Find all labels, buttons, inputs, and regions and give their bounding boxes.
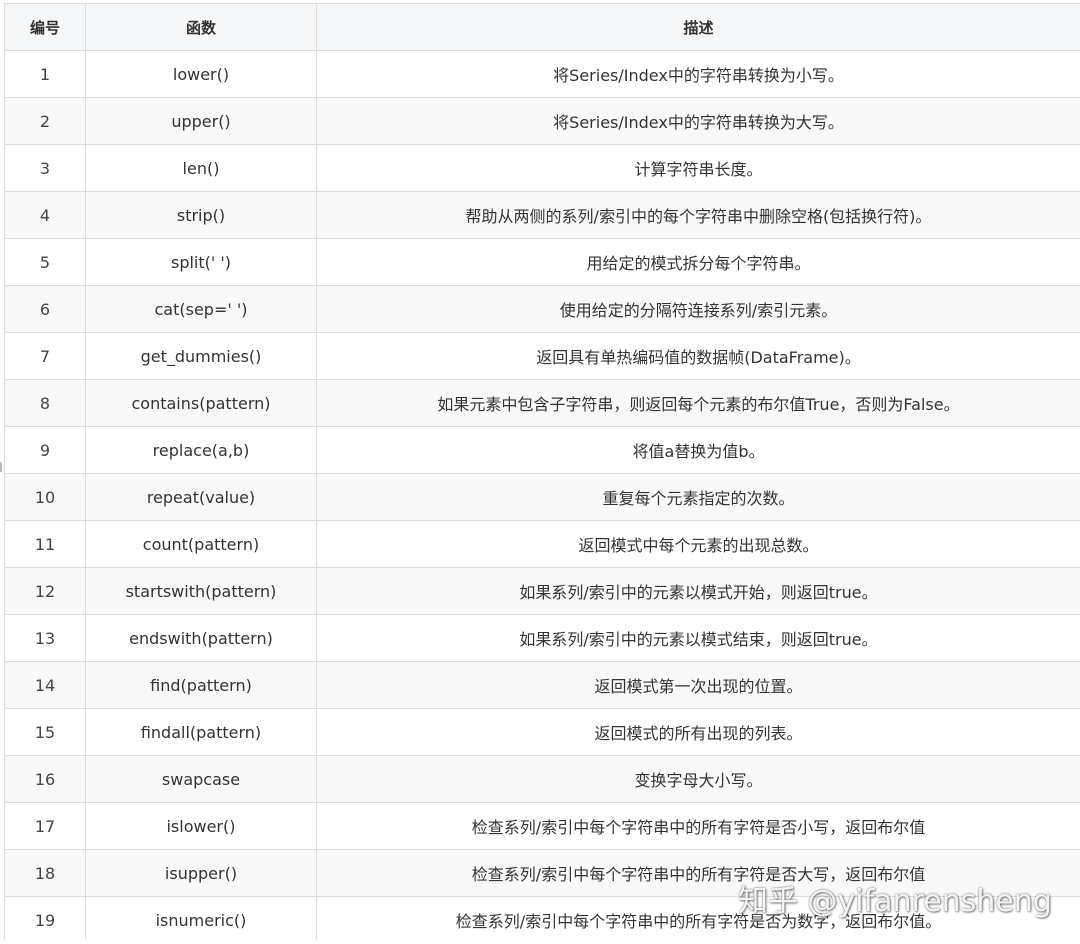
row-description: 返回模式第一次出现的位置。	[316, 661, 1080, 709]
row-function: swapcase	[85, 755, 317, 803]
row-function: cat(sep=' ')	[85, 285, 317, 333]
row-function: find(pattern)	[85, 661, 317, 709]
functions-table-container: 编号 函数 描述 1 lower() 将Series/Index中的字符串转换为小写…	[4, 3, 1080, 944]
row-number: 2	[4, 97, 86, 145]
header-number: 编号	[4, 3, 86, 51]
row-description: 检查系列/索引中每个字符串中的所有字符是否小写，返回布尔值	[316, 802, 1080, 850]
row-function: upper()	[85, 97, 317, 145]
table-row: 16 swapcase 变换字母大小写。	[4, 755, 1080, 803]
table-row: 10 repeat(value) 重复每个元素指定的次数。	[4, 473, 1080, 521]
table-row: 3 len() 计算字符串长度。	[4, 144, 1080, 192]
row-number: 14	[4, 661, 86, 709]
row-description: 将值a替换为值b。	[316, 426, 1080, 474]
table-body: 1 lower() 将Series/Index中的字符串转换为小写。 2 upper()…	[4, 50, 1080, 944]
row-description: 使用给定的分隔符连接系列/索引元素。	[316, 285, 1080, 333]
table-row: 14 find(pattern) 返回模式第一次出现的位置。	[4, 661, 1080, 709]
row-function: isupper()	[85, 849, 317, 897]
row-number: 5	[4, 238, 86, 286]
row-description: 返回模式中每个元素的出现总数。	[316, 520, 1080, 568]
row-function: lower()	[85, 50, 317, 98]
row-function: contains(pattern)	[85, 379, 317, 427]
watermark: 知乎 @yifanrensheng	[738, 884, 1052, 919]
row-number: 19	[4, 896, 86, 944]
row-function: repeat(value)	[85, 473, 317, 521]
row-function: replace(a,b)	[85, 426, 317, 474]
row-number: 15	[4, 708, 86, 756]
row-function: findall(pattern)	[85, 708, 317, 756]
row-function: endswith(pattern)	[85, 614, 317, 662]
left-edge-mark	[0, 462, 2, 472]
table-row: 17 islower() 检查系列/索引中每个字符串中的所有字符是否小写，返回布尔值	[4, 802, 1080, 850]
bottom-edge	[0, 940, 1080, 944]
row-number: 13	[4, 614, 86, 662]
row-description: 用给定的模式拆分每个字符串。	[316, 238, 1080, 286]
row-function: split(' ')	[85, 238, 317, 286]
table-row: 15 findall(pattern) 返回模式的所有出现的列表。	[4, 708, 1080, 756]
row-function: startswith(pattern)	[85, 567, 317, 615]
row-number: 16	[4, 755, 86, 803]
table-row: 1 lower() 将Series/Index中的字符串转换为小写。	[4, 50, 1080, 98]
row-function: len()	[85, 144, 317, 192]
table-row: 2 upper() 将Series/Index中的字符串转换为大写。	[4, 97, 1080, 145]
table-row: 13 endswith(pattern) 如果系列/索引中的元素以模式结束，则返回t…	[4, 614, 1080, 662]
table-row: 5 split(' ') 用给定的模式拆分每个字符串。	[4, 238, 1080, 286]
table-row: 7 get_dummies() 返回具有单热编码值的数据帧(DataFrame)。	[4, 332, 1080, 380]
row-description: 将Series/Index中的字符串转换为小写。	[316, 50, 1080, 98]
table-row: 11 count(pattern) 返回模式中每个元素的出现总数。	[4, 520, 1080, 568]
row-number: 3	[4, 144, 86, 192]
row-number: 12	[4, 567, 86, 615]
row-function: isnumeric()	[85, 896, 317, 944]
row-description: 如果系列/索引中的元素以模式结束，则返回true。	[316, 614, 1080, 662]
table-row: 8 contains(pattern) 如果元素中包含子字符串，则返回每个元素的布尔…	[4, 379, 1080, 427]
row-description: 返回具有单热编码值的数据帧(DataFrame)。	[316, 332, 1080, 380]
header-row: 编号 函数 描述	[4, 3, 1080, 51]
row-number: 8	[4, 379, 86, 427]
row-description: 将Series/Index中的字符串转换为大写。	[316, 97, 1080, 145]
table-row: 12 startswith(pattern) 如果系列/索引中的元素以模式开始，则返…	[4, 567, 1080, 615]
row-description: 变换字母大小写。	[316, 755, 1080, 803]
row-description: 如果系列/索引中的元素以模式开始，则返回true。	[316, 567, 1080, 615]
row-description: 返回模式的所有出现的列表。	[316, 708, 1080, 756]
string-functions-table: 编号 函数 描述 1 lower() 将Series/Index中的字符串转换为小写…	[4, 3, 1080, 944]
row-function: strip()	[85, 191, 317, 239]
row-number: 7	[4, 332, 86, 380]
table-row: 9 replace(a,b) 将值a替换为值b。	[4, 426, 1080, 474]
table-row: 4 strip() 帮助从两侧的系列/索引中的每个字符串中删除空格(包括换行符)。	[4, 191, 1080, 239]
table-header: 编号 函数 描述	[4, 3, 1080, 51]
row-description: 重复每个元素指定的次数。	[316, 473, 1080, 521]
row-function: count(pattern)	[85, 520, 317, 568]
header-function: 函数	[85, 3, 317, 51]
row-number: 11	[4, 520, 86, 568]
row-number: 1	[4, 50, 86, 98]
row-number: 18	[4, 849, 86, 897]
row-number: 10	[4, 473, 86, 521]
row-function: islower()	[85, 802, 317, 850]
row-number: 9	[4, 426, 86, 474]
table-row: 6 cat(sep=' ') 使用给定的分隔符连接系列/索引元素。	[4, 285, 1080, 333]
row-function: get_dummies()	[85, 332, 317, 380]
row-description: 如果元素中包含子字符串，则返回每个元素的布尔值True，否则为False。	[316, 379, 1080, 427]
header-description: 描述	[316, 3, 1080, 51]
row-description: 帮助从两侧的系列/索引中的每个字符串中删除空格(包括换行符)。	[316, 191, 1080, 239]
row-number: 17	[4, 802, 86, 850]
row-number: 4	[4, 191, 86, 239]
row-description: 计算字符串长度。	[316, 144, 1080, 192]
row-number: 6	[4, 285, 86, 333]
